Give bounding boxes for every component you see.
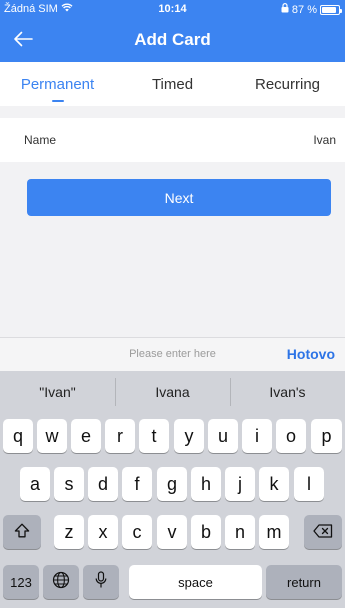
tab-recurring[interactable]: Recurring — [230, 62, 345, 106]
status-right: 87 % — [281, 3, 342, 16]
status-bar: Žádná SIM 10:14 87 % — [0, 0, 345, 20]
next-button[interactable]: Next — [27, 179, 331, 216]
page-title: Add Card — [134, 30, 211, 49]
key-x[interactable]: x — [88, 515, 118, 549]
suggestion-item[interactable]: Ivana — [115, 378, 230, 406]
shift-icon — [14, 522, 30, 543]
key-i[interactable]: i — [242, 419, 272, 453]
name-row: Name — [0, 118, 345, 162]
app-header: Žádná SIM 10:14 87 % Add Card — [0, 0, 345, 62]
key-m[interactable]: m — [259, 515, 289, 549]
keyboard-toolbar: Please enter here Hotovo — [0, 337, 345, 371]
key-g[interactable]: g — [157, 467, 187, 501]
key-t[interactable]: t — [139, 419, 169, 453]
key-a[interactable]: a — [20, 467, 50, 501]
suggestion-item[interactable]: "Ivan" — [0, 384, 115, 400]
key-y[interactable]: y — [174, 419, 204, 453]
key-c[interactable]: c — [122, 515, 152, 549]
delete-key[interactable] — [304, 515, 342, 549]
dictation-key[interactable] — [83, 565, 119, 599]
suggestion-item[interactable]: Ivan's — [230, 378, 345, 406]
key-j[interactable]: j — [225, 467, 255, 501]
nav-bar: Add Card — [0, 22, 345, 60]
key-s[interactable]: s — [54, 467, 84, 501]
keyboard: "Ivan" Ivana Ivan's q w e r t y u i o p … — [0, 371, 345, 608]
shift-key[interactable] — [3, 515, 41, 549]
tab-permanent-label: Permanent — [20, 76, 95, 93]
key-b[interactable]: b — [191, 515, 221, 549]
battery-percent: 87 % — [291, 3, 317, 16]
space-key[interactable]: space — [129, 565, 262, 599]
active-tab-indicator — [51, 100, 64, 102]
key-z[interactable]: z — [54, 515, 84, 549]
tab-timed-label: Timed — [151, 76, 194, 93]
tab-permanent[interactable]: Permanent — [0, 62, 115, 106]
microphone-icon — [95, 570, 107, 594]
battery-icon — [320, 4, 342, 15]
key-p[interactable]: p — [311, 419, 342, 453]
key-l[interactable]: l — [294, 467, 324, 501]
orientation-lock-icon — [281, 3, 289, 16]
key-q[interactable]: q — [3, 419, 33, 453]
globe-icon — [52, 571, 70, 594]
key-u[interactable]: u — [208, 419, 238, 453]
tab-timed[interactable]: Timed — [115, 62, 230, 106]
name-label: Name — [24, 133, 57, 147]
key-n[interactable]: n — [225, 515, 255, 549]
globe-key[interactable] — [43, 565, 79, 599]
backspace-icon — [313, 522, 333, 543]
return-key[interactable]: return — [266, 565, 342, 599]
key-k[interactable]: k — [259, 467, 289, 501]
suggestion-bar: "Ivan" Ivana Ivan's — [0, 371, 345, 413]
key-f[interactable]: f — [122, 467, 152, 501]
card-type-tabs: Permanent Timed Recurring — [0, 62, 345, 106]
tab-recurring-label: Recurring — [254, 76, 321, 93]
key-h[interactable]: h — [191, 467, 221, 501]
key-v[interactable]: v — [157, 515, 187, 549]
key-r[interactable]: r — [105, 419, 135, 453]
key-o[interactable]: o — [276, 419, 306, 453]
key-d[interactable]: d — [88, 467, 118, 501]
done-button[interactable]: Hotovo — [287, 346, 335, 362]
numbers-key[interactable]: 123 — [3, 565, 39, 599]
key-w[interactable]: w — [37, 419, 67, 453]
key-e[interactable]: e — [71, 419, 101, 453]
name-input[interactable] — [176, 133, 336, 147]
